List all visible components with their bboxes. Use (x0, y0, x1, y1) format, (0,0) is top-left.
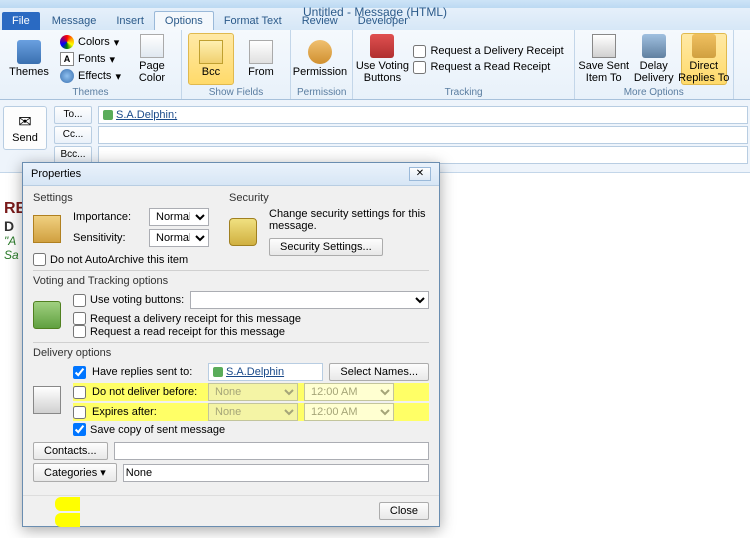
req-read-receipt[interactable]: Request a read receipt for this message (73, 325, 429, 338)
group-show-fields: Bcc From Show Fields (182, 30, 291, 99)
tab-file[interactable]: File (2, 12, 40, 30)
tab-options[interactable]: Options (154, 11, 214, 30)
direct-replies-icon (692, 34, 716, 58)
themes-icon (17, 40, 41, 64)
from-button[interactable]: From (238, 33, 284, 85)
voting-icon (370, 34, 394, 58)
voting-combo[interactable] (190, 291, 429, 309)
delivery-heading: Delivery options (33, 347, 429, 359)
close-button[interactable]: Close (379, 502, 429, 520)
no-deliver-before-check[interactable] (73, 386, 86, 399)
delay-button[interactable]: Delay Delivery (631, 33, 677, 85)
security-settings-button[interactable]: Security Settings... (269, 238, 383, 256)
group-permission: Permission Permission (291, 30, 353, 99)
bcc-button[interactable]: Bcc (188, 33, 234, 85)
fonts-button[interactable]: AFonts ▾ (56, 51, 125, 67)
effects-button[interactable]: Effects ▾ (56, 68, 125, 84)
autoarchive-check[interactable]: Do not AutoArchive this item (33, 253, 209, 266)
group-tracking: Use Voting Buttons Request a Delivery Re… (353, 30, 574, 99)
voting-section-icon (33, 301, 61, 329)
settings-heading: Settings (33, 192, 209, 204)
effects-icon (60, 69, 74, 83)
have-replies-check[interactable] (73, 366, 86, 379)
tab-insert[interactable]: Insert (106, 12, 154, 30)
page-color-button[interactable]: Page Color (129, 33, 175, 85)
to-contact[interactable]: S.A.Delphin; (116, 109, 177, 121)
use-voting-check[interactable]: Use voting buttons: (73, 294, 184, 307)
properties-dialog: Properties ✕ Settings Importance: Normal… (22, 162, 440, 527)
colors-button[interactable]: Colors ▾ (56, 34, 125, 50)
importance-select[interactable]: Normal (149, 208, 209, 226)
delivery-receipt-check[interactable]: Request a Delivery Receipt (409, 44, 567, 59)
window-title: Untitled - Message (HTML) (303, 5, 447, 19)
sensitivity-select[interactable]: Normal (149, 229, 209, 247)
categories-field[interactable] (123, 464, 429, 482)
no-deliver-time[interactable]: 12:00 AM (304, 383, 394, 401)
delay-icon (642, 34, 666, 58)
cc-field[interactable] (98, 126, 748, 144)
direct-replies-button[interactable]: Direct Replies To (681, 33, 727, 85)
ribbon: Themes Colors ▾ AFonts ▾ Effects ▾ Page … (0, 30, 750, 100)
expires-time[interactable]: 12:00 AM (304, 403, 394, 421)
group-themes: Themes Colors ▾ AFonts ▾ Effects ▾ Page … (0, 30, 182, 99)
tab-format-text[interactable]: Format Text (214, 12, 292, 30)
page-color-icon (140, 34, 164, 58)
fonts-icon: A (60, 52, 74, 66)
permission-button[interactable]: Permission (297, 33, 343, 85)
send-button[interactable]: ✉ Send (3, 106, 47, 150)
contacts-button[interactable]: Contacts... (33, 442, 108, 460)
categories-button[interactable]: Categories ▾ (33, 463, 117, 482)
delivery-icon (33, 386, 61, 414)
voting-button[interactable]: Use Voting Buttons (359, 33, 405, 85)
save-sent-icon (592, 34, 616, 58)
security-icon (229, 218, 257, 246)
dialog-title: Properties (31, 168, 81, 180)
voting-heading: Voting and Tracking options (33, 275, 429, 287)
send-icon: ✉ (18, 112, 31, 132)
contacts-field[interactable] (114, 442, 429, 460)
to-button[interactable]: To... (54, 106, 92, 124)
security-heading: Security (229, 192, 429, 204)
save-sent-button[interactable]: Save Sent Item To (581, 33, 627, 85)
req-delivery-receipt[interactable]: Request a delivery receipt for this mess… (73, 312, 429, 325)
settings-icon (33, 215, 61, 243)
to-field[interactable]: S.A.Delphin; (98, 106, 748, 124)
save-copy-check[interactable]: Save copy of sent message (73, 423, 429, 436)
read-receipt-check[interactable]: Request a Read Receipt (409, 60, 567, 75)
cc-button[interactable]: Cc... (54, 126, 92, 144)
tab-message[interactable]: Message (42, 12, 107, 30)
select-names-button[interactable]: Select Names... (329, 363, 429, 381)
presence-icon (103, 110, 113, 120)
presence-icon (213, 367, 223, 377)
expires-after-check[interactable] (73, 406, 86, 419)
permission-icon (308, 40, 332, 64)
from-icon (249, 40, 273, 64)
colors-icon (60, 35, 74, 49)
group-more-options: Save Sent Item To Delay Delivery Direct … (575, 30, 734, 99)
themes-button[interactable]: Themes (6, 33, 52, 85)
expires-date[interactable]: None (208, 403, 298, 421)
replies-to-field[interactable]: S.A.Delphin (208, 363, 323, 381)
bcc-icon (199, 40, 223, 64)
no-deliver-date[interactable]: None (208, 383, 298, 401)
dialog-close-button[interactable]: ✕ (409, 167, 431, 181)
